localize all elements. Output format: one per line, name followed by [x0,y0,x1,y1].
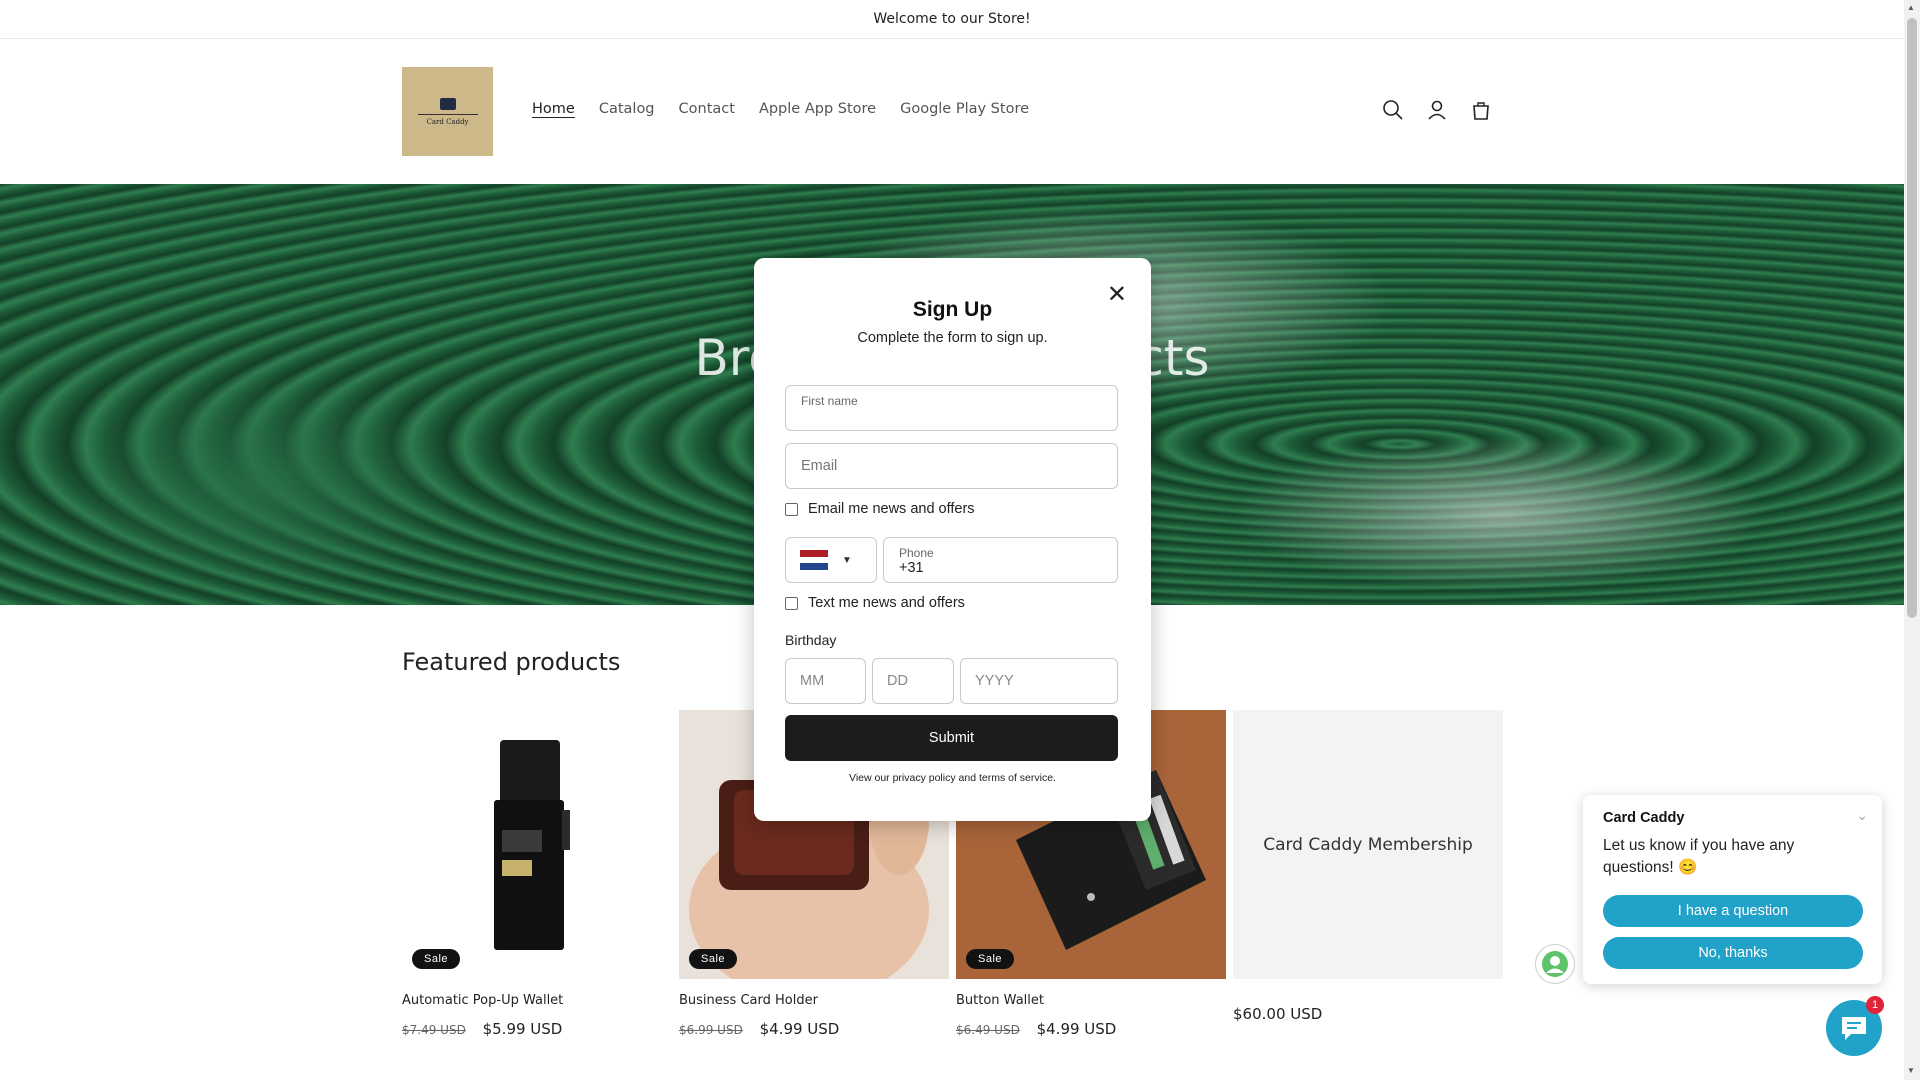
no-thanks-button[interactable]: No, thanks [1603,937,1863,969]
first-name-field[interactable]: First name [785,385,1118,431]
dropdown-arrow-icon: ▼ [842,554,852,566]
first-name-label: First name [801,394,858,408]
page-scrollbar[interactable]: ▲ ▼ [1904,0,1920,1080]
phone-label: Phone [899,546,934,560]
have-question-button[interactable]: I have a question [1603,895,1863,927]
scrollbar-thumb[interactable] [1907,18,1917,618]
chat-message: Let us know if you have any questions! 😊 [1603,837,1795,876]
signup-modal: ✕ Sign Up Complete the form to sign up. … [754,258,1151,821]
text-optin-label: Text me news and offers [808,595,965,611]
phone-value: +31 [899,560,924,576]
scroll-down-icon[interactable]: ▼ [1907,1066,1915,1075]
modal-subtitle: Complete the form to sign up. [857,330,1048,346]
scroll-up-icon[interactable]: ▲ [1907,3,1915,12]
unread-badge: 1 [1866,996,1884,1014]
birthday-year-field[interactable]: YYYY [960,658,1118,704]
email-optin-checkbox[interactable]: Email me news and offers [785,501,975,517]
chat-title: Card Caddy [1603,810,1685,826]
checkbox-icon[interactable] [785,596,798,610]
checkbox-icon[interactable] [785,502,798,516]
chat-bubble-icon [1842,1017,1866,1040]
birthday-day-field[interactable]: DD [872,658,954,704]
day-placeholder: DD [887,673,908,689]
modal-title: Sign Up [912,298,993,321]
legal-text[interactable]: View our privacy policy and terms of ser… [754,772,1151,784]
email-optin-label: Email me news and offers [808,501,975,517]
birthday-label: Birthday [785,632,837,648]
chat-popup: Card Caddy ⌄ Let us know if you have any… [1583,795,1882,984]
chat-agent-avatar [1535,944,1575,984]
phone-field[interactable]: Phone +31 [883,537,1118,583]
email-placeholder: Email [801,458,838,474]
text-optin-checkbox[interactable]: Text me news and offers [785,595,965,611]
netherlands-flag-icon [800,550,828,571]
country-code-select[interactable]: ▼ [785,537,877,583]
email-field[interactable]: Email [785,443,1118,489]
year-placeholder: YYYY [975,673,1014,689]
birthday-month-field[interactable]: MM [785,658,866,704]
month-placeholder: MM [800,673,825,689]
close-icon[interactable]: ✕ [1107,280,1127,309]
chevron-down-icon[interactable]: ⌄ [1856,807,1868,824]
submit-button[interactable]: Submit [785,715,1118,761]
